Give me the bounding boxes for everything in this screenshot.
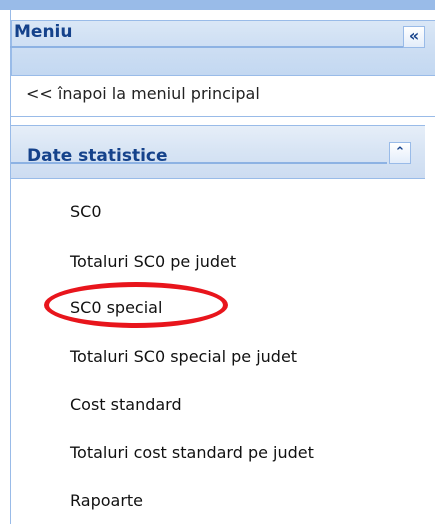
menu-item-sc0-special[interactable]: SC0 special <box>70 298 162 317</box>
panel-title: Meniu <box>14 22 73 42</box>
menu-screen: Meniu « << înapoi la meniul principal Da… <box>0 0 435 524</box>
menu-item-totaluri-sc0-pe-judet[interactable]: Totaluri SC0 pe judet <box>70 252 236 271</box>
back-link-divider <box>10 116 435 117</box>
panel-header <box>11 20 435 76</box>
menu-item-rapoarte[interactable]: Rapoarte <box>70 491 143 510</box>
collapse-panel-icon[interactable]: « <box>403 26 425 48</box>
statistics-group: Date statistice ⌃ <box>10 125 425 524</box>
top-border <box>0 0 435 10</box>
menu-item-cost-standard[interactable]: Cost standard <box>70 395 182 414</box>
menu-item-sc0[interactable]: SC0 <box>70 202 102 221</box>
back-to-main-menu-link[interactable]: << înapoi la meniul principal <box>26 84 260 103</box>
group-title-underline <box>11 162 387 164</box>
menu-item-totaluri-sc0-special-pe-judet[interactable]: Totaluri SC0 special pe judet <box>70 347 297 366</box>
menu-item-totaluri-cost-standard-pe-judet[interactable]: Totaluri cost standard pe judet <box>70 443 314 462</box>
collapse-group-icon[interactable]: ⌃ <box>389 142 411 164</box>
panel-title-underline <box>10 46 403 48</box>
